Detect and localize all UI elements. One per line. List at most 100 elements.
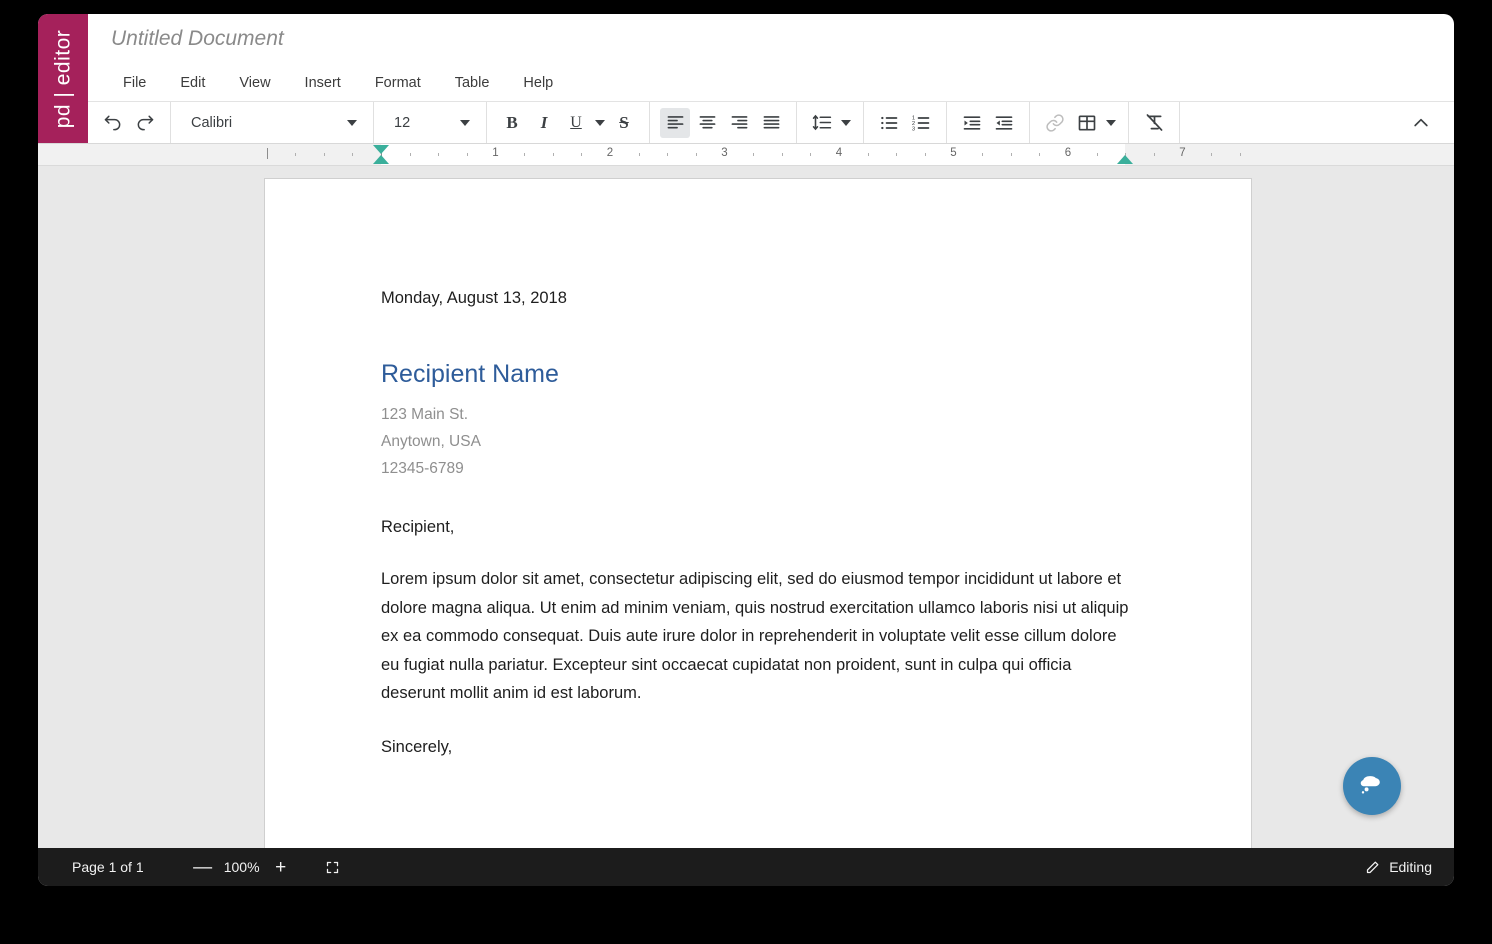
document-date: Monday, August 13, 2018 bbox=[381, 289, 567, 307]
chat-support-button[interactable] bbox=[1343, 757, 1401, 815]
toolbar-group-clear-format bbox=[1129, 102, 1180, 143]
ruler-number: 3 bbox=[721, 147, 728, 159]
menu-bar: File Edit View Insert Format Table Help bbox=[88, 64, 1454, 102]
menu-item-edit[interactable]: Edit bbox=[163, 70, 222, 96]
menu-item-table[interactable]: Table bbox=[438, 70, 507, 96]
document-page[interactable]: Monday, August 13, 2018 Recipient Name 1… bbox=[264, 178, 1252, 848]
strikethrough-icon: S bbox=[619, 112, 629, 132]
align-center-button[interactable] bbox=[692, 108, 722, 138]
ruler-tick bbox=[982, 153, 984, 156]
ruler-tick bbox=[1211, 153, 1213, 156]
insert-table-button[interactable] bbox=[1072, 108, 1102, 138]
ruler-tick bbox=[924, 153, 926, 156]
font-size-value: 12 bbox=[394, 114, 411, 131]
menu-item-insert[interactable]: Insert bbox=[288, 70, 358, 96]
toolbar-group-alignment bbox=[650, 102, 797, 143]
ruler-number: 5 bbox=[950, 147, 957, 159]
ruler-tick bbox=[1153, 153, 1155, 156]
ruler-tick bbox=[1239, 153, 1241, 156]
chevron-down-icon[interactable] bbox=[458, 108, 472, 138]
svg-text:3: 3 bbox=[912, 126, 915, 132]
menu-item-view[interactable]: View bbox=[222, 70, 287, 96]
ruler-tick bbox=[695, 153, 697, 156]
bold-button[interactable]: B bbox=[497, 108, 527, 138]
status-bar-right[interactable]: Editing bbox=[1365, 859, 1432, 875]
right-indent-marker[interactable] bbox=[1117, 155, 1134, 164]
redo-icon[interactable] bbox=[130, 108, 160, 138]
status-bar: Page 1 of 1 — 100% + Editing bbox=[38, 848, 1454, 886]
ruler-tick bbox=[781, 153, 783, 156]
align-left-button[interactable] bbox=[660, 107, 690, 138]
zoom-level-label[interactable]: 100% bbox=[216, 859, 268, 875]
formatting-toolbar: Calibri 12 B I U S 1 2 3 bbox=[88, 102, 1454, 143]
brand-logo-rail[interactable]: pd | editor bbox=[38, 14, 88, 143]
document-closing: Sincerely, bbox=[381, 737, 453, 756]
line-spacing-chevron-down-icon[interactable] bbox=[839, 108, 853, 138]
italic-button[interactable]: I bbox=[529, 108, 559, 138]
ruler-tick bbox=[667, 153, 669, 156]
underline-button[interactable]: U bbox=[561, 108, 591, 138]
toolbar-group-font-size: 12 bbox=[374, 102, 487, 143]
status-bar-left: Page 1 of 1 — 100% + bbox=[72, 854, 346, 880]
font-size-select[interactable]: 12 bbox=[384, 108, 476, 138]
zoom-in-button[interactable]: + bbox=[268, 854, 294, 880]
ruler[interactable]: 1 2 3 4 5 6 7 bbox=[38, 144, 1454, 166]
ruler-tick bbox=[753, 153, 755, 156]
strikethrough-button[interactable]: S bbox=[609, 108, 639, 138]
table-chevron-down-icon[interactable] bbox=[1104, 108, 1118, 138]
toolbar-group-collapse bbox=[1180, 102, 1454, 143]
recipient-heading: Recipient Name bbox=[381, 360, 559, 388]
expand-icon bbox=[327, 861, 339, 873]
brand-logo-label: pd | editor bbox=[51, 29, 75, 128]
document-body[interactable]: Monday, August 13, 2018 Recipient Name 1… bbox=[265, 179, 1251, 757]
clear-formatting-button[interactable] bbox=[1139, 108, 1169, 138]
document-title-bar: Untitled Document bbox=[88, 14, 1454, 64]
zoom-out-button[interactable]: — bbox=[190, 854, 216, 880]
toolbar-group-indent bbox=[947, 102, 1030, 143]
chevron-down-icon[interactable] bbox=[345, 108, 359, 138]
toolbar-group-font-family: Calibri bbox=[171, 102, 374, 143]
underline-chevron-down-icon[interactable] bbox=[593, 108, 607, 138]
menu-item-help[interactable]: Help bbox=[506, 70, 570, 96]
ruler-tick bbox=[638, 153, 640, 156]
bulleted-list-button[interactable] bbox=[874, 108, 904, 138]
collapse-toolbar-button[interactable] bbox=[1406, 108, 1436, 138]
editing-mode-label: Editing bbox=[1389, 859, 1432, 875]
ruler-number: 7 bbox=[1179, 147, 1186, 159]
italic-icon: I bbox=[540, 112, 548, 132]
ruler-tick bbox=[295, 153, 297, 156]
ruler-number: 1 bbox=[492, 147, 499, 159]
address-line-1: 123 Main St. bbox=[381, 406, 469, 423]
ruler-number: 4 bbox=[835, 147, 843, 159]
document-canvas[interactable]: Monday, August 13, 2018 Recipient Name 1… bbox=[38, 166, 1454, 848]
menu-item-format[interactable]: Format bbox=[358, 70, 438, 96]
undo-icon[interactable] bbox=[98, 108, 128, 138]
fit-to-screen-button[interactable] bbox=[320, 854, 346, 880]
header-column: Untitled Document File Edit View Insert … bbox=[88, 14, 1454, 143]
font-family-select[interactable]: Calibri bbox=[181, 108, 363, 138]
decrease-indent-button[interactable] bbox=[989, 108, 1019, 138]
document-salutation: Recipient, bbox=[381, 518, 455, 536]
ruler-tick bbox=[466, 153, 468, 156]
left-indent-marker[interactable] bbox=[373, 145, 389, 154]
address-line-2: Anytown, USA bbox=[381, 433, 481, 450]
ruler-tick bbox=[409, 153, 411, 156]
bold-icon: B bbox=[506, 112, 518, 132]
editor-window: pd | editor Untitled Document File Edit … bbox=[38, 14, 1454, 886]
document-title[interactable]: Untitled Document bbox=[111, 27, 284, 51]
align-justify-button[interactable] bbox=[756, 108, 786, 138]
align-right-button[interactable] bbox=[724, 108, 754, 138]
chat-bubble-icon bbox=[1360, 776, 1380, 794]
ruler-tick bbox=[1039, 153, 1041, 156]
first-line-indent-marker[interactable] bbox=[373, 155, 389, 164]
address-line-3: 12345-6789 bbox=[381, 460, 464, 477]
menu-item-file[interactable]: File bbox=[106, 70, 163, 96]
increase-indent-button[interactable] bbox=[957, 108, 987, 138]
numbered-list-button[interactable]: 1 2 3 bbox=[906, 108, 936, 138]
ruler-tick bbox=[352, 153, 354, 156]
ruler-tick bbox=[1010, 153, 1012, 156]
insert-link-button[interactable] bbox=[1040, 108, 1070, 138]
ruler-tick bbox=[1096, 153, 1098, 156]
ruler-tick bbox=[323, 153, 325, 156]
line-spacing-button[interactable] bbox=[807, 108, 837, 138]
